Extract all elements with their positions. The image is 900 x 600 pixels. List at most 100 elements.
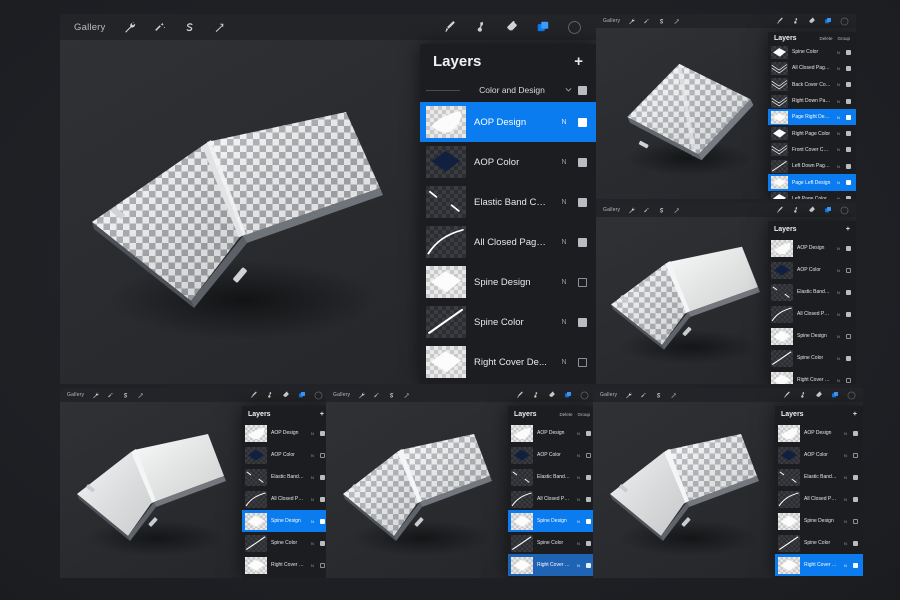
layer-row[interactable]: Right Cover De... N (508, 554, 596, 576)
layer-row[interactable]: AOP Design N (242, 422, 330, 444)
layer-row[interactable]: Elastic Band Color N (242, 466, 330, 488)
layers-panel[interactable]: Layers + AOP Design N AOP Color N Elastic Band… (775, 406, 863, 578)
magic-wand-icon[interactable] (373, 392, 380, 399)
layer-row[interactable]: Page Right Desi... N (768, 109, 856, 126)
layers-icon[interactable] (831, 391, 839, 399)
layer-thumbnail[interactable] (426, 146, 466, 178)
layer-row[interactable]: Spine Color N (420, 302, 596, 342)
eraser-icon[interactable] (808, 206, 816, 214)
brush-icon[interactable] (516, 391, 524, 399)
layer-thumbnail[interactable] (778, 556, 800, 574)
layer-thumbnail[interactable] (771, 283, 793, 301)
gallery-button[interactable]: Gallery (603, 18, 620, 24)
layer-thumbnail[interactable] (771, 61, 788, 75)
layer-blend-mode[interactable]: N (842, 563, 849, 568)
color-circle-icon[interactable] (567, 20, 582, 35)
layer-row[interactable]: Right Page Color N (768, 125, 856, 141)
color-circle-icon[interactable] (840, 17, 849, 26)
wrench-icon[interactable] (628, 18, 635, 25)
layer-row[interactable]: Spine Color N (242, 532, 330, 554)
layer-thumbnail[interactable] (426, 226, 466, 258)
layer-thumbnail[interactable] (426, 306, 466, 338)
layer-blend-mode[interactable]: N (575, 453, 582, 458)
layer-thumbnail[interactable] (771, 261, 793, 279)
layer-visibility-checkbox[interactable] (846, 180, 851, 186)
layer-row[interactable]: Spine Color N (768, 347, 856, 369)
layer-thumbnail[interactable] (778, 424, 800, 442)
layer-visibility-checkbox[interactable] (846, 355, 851, 361)
layer-blend-mode[interactable]: N (835, 268, 842, 273)
layer-row[interactable]: All Closed Pages... N (768, 60, 856, 76)
magic-wand-icon[interactable] (640, 392, 647, 399)
layer-blend-mode[interactable]: N (309, 519, 316, 524)
layer-blend-mode[interactable]: N (309, 563, 316, 568)
wrench-icon[interactable] (92, 392, 99, 399)
selection-s-icon[interactable] (655, 392, 662, 399)
layer-visibility-checkbox[interactable] (853, 452, 858, 458)
eraser-icon[interactable] (548, 391, 556, 399)
layer-visibility-checkbox[interactable] (846, 245, 851, 251)
magic-wand-icon[interactable] (107, 392, 114, 399)
layer-blend-mode[interactable]: N (575, 475, 582, 480)
layer-thumbnail[interactable] (426, 346, 466, 378)
layer-blend-mode[interactable]: N (842, 519, 849, 524)
layer-thumbnail[interactable] (245, 446, 267, 464)
layer-list-main[interactable]: AOP Design N AOP Color N Elastic Band Color N… (420, 102, 596, 384)
layer-visibility-checkbox[interactable] (853, 518, 858, 524)
layer-row[interactable]: Right Cover De... N (775, 554, 863, 576)
layer-visibility-checkbox[interactable] (846, 131, 851, 137)
layer-row[interactable]: Right Cover ColorN (508, 576, 596, 578)
layers-panel[interactable]: Layers Delete Group Spine Color N All Closed … (768, 32, 856, 199)
layer-blend-mode[interactable]: N (309, 541, 316, 546)
layer-row[interactable]: Right Cover De... N (242, 554, 330, 576)
layer-row[interactable]: AOP Color N (775, 444, 863, 466)
transform-arrow-icon[interactable] (137, 392, 144, 399)
layer-visibility-checkbox[interactable] (846, 377, 851, 383)
layer-row[interactable]: Spine Design N (775, 510, 863, 532)
layer-visibility-checkbox[interactable] (586, 562, 591, 568)
selection-s-icon[interactable] (658, 207, 665, 214)
layer-visibility-checkbox[interactable] (586, 496, 591, 502)
layer-visibility-checkbox[interactable] (853, 540, 858, 546)
smudge-icon[interactable] (799, 391, 807, 399)
group-visibility-checkbox[interactable] (578, 85, 587, 95)
layer-row[interactable]: Spine Design N (768, 325, 856, 347)
layer-row[interactable]: Right Cover De... N (420, 342, 596, 382)
layer-visibility-checkbox[interactable] (578, 197, 587, 207)
layer-list[interactable]: AOP Design N AOP Color N Elastic Band Color N… (508, 422, 596, 578)
smudge-icon[interactable] (792, 17, 800, 25)
layer-blend-mode[interactable]: N (309, 453, 316, 458)
layer-row[interactable]: Elastic Band Color N (775, 466, 863, 488)
layer-thumbnail[interactable] (778, 512, 800, 530)
layer-thumbnail[interactable] (771, 78, 788, 92)
layer-visibility-checkbox[interactable] (578, 117, 587, 127)
layer-thumbnail[interactable] (771, 349, 793, 367)
brush-icon[interactable] (783, 391, 791, 399)
layer-blend-mode[interactable]: N (575, 497, 582, 502)
layer-row[interactable]: AOP Design N (508, 422, 596, 444)
color-circle-icon[interactable] (840, 206, 849, 215)
layer-blend-mode[interactable]: N (575, 519, 582, 524)
layer-blend-mode[interactable]: N (835, 82, 842, 87)
layer-visibility-checkbox[interactable] (846, 289, 851, 295)
brush-icon[interactable] (443, 20, 457, 34)
layer-visibility-checkbox[interactable] (846, 98, 851, 104)
layer-blend-mode[interactable]: N (575, 431, 582, 436)
layer-blend-mode[interactable]: N (558, 199, 570, 206)
layer-blend-mode[interactable]: N (835, 115, 842, 120)
layer-thumbnail[interactable] (245, 424, 267, 442)
layers-panel-main[interactable]: Layers + Color and Design AOP Design N AOP… (420, 44, 596, 384)
layer-thumbnail[interactable] (511, 468, 533, 486)
layer-blend-mode[interactable]: N (575, 541, 582, 546)
selection-s-icon[interactable] (658, 18, 665, 25)
brush-icon[interactable] (250, 391, 258, 399)
layer-row[interactable]: Right Down Page... N (768, 93, 856, 109)
layer-blend-mode[interactable]: N (309, 475, 316, 480)
selection-s-icon[interactable] (122, 392, 129, 399)
magic-wand-icon[interactable] (643, 207, 650, 214)
selection-s-icon[interactable] (388, 392, 395, 399)
layer-thumbnail[interactable] (771, 143, 788, 157)
wrench-icon[interactable] (123, 21, 136, 34)
layer-row[interactable]: Front Cover Color N (768, 142, 856, 158)
add-layer-button[interactable]: + (853, 411, 857, 418)
